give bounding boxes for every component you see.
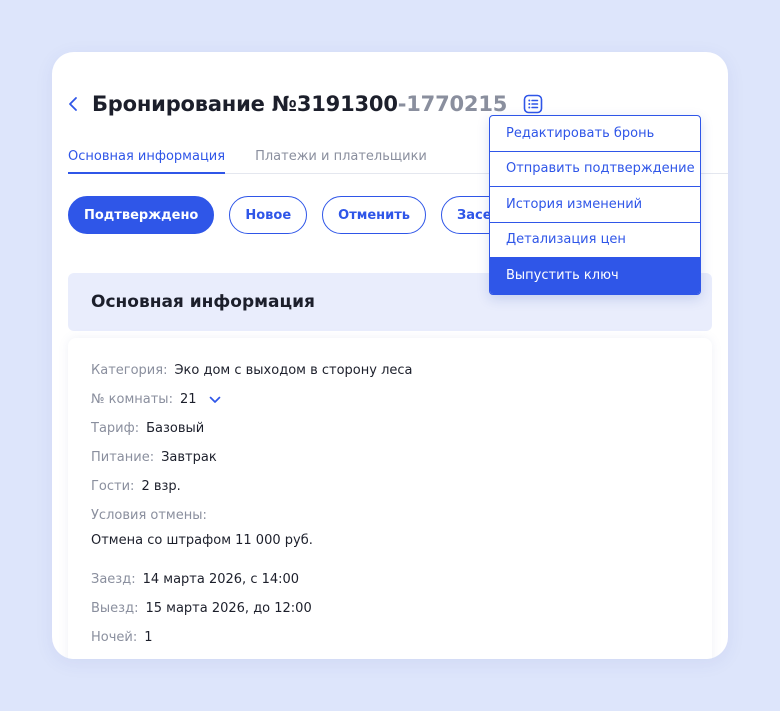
tab-payments[interactable]: Платежи и плательщики [255, 148, 427, 173]
category-label: Категория: [91, 363, 168, 378]
checkin-label: Заезд: [91, 572, 136, 587]
cancellation-value: Отмена со штрафом 11 000 руб. [91, 533, 313, 548]
menu-item-change-history[interactable]: История изменений [490, 187, 700, 223]
nights-label: Ночей: [91, 630, 138, 645]
menu-item-price-details[interactable]: Детализация цен [490, 223, 700, 258]
room-label: № комнаты: [91, 392, 173, 407]
nights-row: Ночей: 1 [91, 630, 153, 645]
booking-number: Бронирование №3191300 [92, 92, 398, 116]
checkout-value: 15 марта 2026, до 12:00 [145, 601, 312, 616]
booking-subnumber: -1770215 [397, 92, 508, 116]
checkin-value: 14 марта 2026, с 14:00 [142, 572, 300, 587]
page-title: Бронирование №3191300-1770215 [92, 92, 507, 116]
menu-item-edit-booking[interactable]: Редактировать бронь [490, 116, 700, 152]
category-row: Категория: Эко дом с выходом в сторону л… [91, 363, 413, 378]
checkout-row: Выезд: 15 марта 2026, до 12:00 [91, 601, 312, 616]
guests-value: 2 взр. [141, 479, 181, 494]
chevron-left-icon[interactable] [68, 94, 84, 114]
list-menu-icon[interactable] [523, 94, 543, 114]
menu-item-send-confirmation[interactable]: Отправить подтверждение [490, 152, 700, 187]
cancellation-value-row: Отмена со штрафом 11 000 руб. [91, 533, 313, 548]
category-value: Эко дом с выходом в сторону леса [174, 363, 413, 378]
chevron-down-icon[interactable] [209, 396, 221, 404]
meals-label: Питание: [91, 450, 155, 465]
menu-item-issue-key[interactable]: Выпустить ключ [490, 258, 700, 294]
room-value: 21 [179, 392, 197, 407]
checkin-row: Заезд: 14 марта 2026, с 14:00 [91, 572, 299, 587]
page-header: Бронирование №3191300-1770215 [68, 90, 543, 118]
tariff-label: Тариф: [91, 421, 140, 436]
nights-value: 1 [144, 630, 153, 645]
new-button[interactable]: Новое [229, 196, 308, 234]
room-row: № комнаты: 21 [91, 392, 221, 407]
tariff-value: Базовый [146, 421, 205, 436]
meals-row: Питание: Завтрак [91, 450, 217, 465]
checkout-label: Выезд: [91, 601, 139, 616]
status-actions: Подтверждено Новое Отменить Заселить [68, 196, 542, 234]
tab-main-info[interactable]: Основная информация [68, 148, 226, 174]
actions-dropdown-menu: Редактировать бронь Отправить подтвержде… [489, 115, 701, 295]
tariff-row: Тариф: Базовый [91, 421, 204, 436]
meals-value: Завтрак [161, 450, 217, 465]
confirmed-button[interactable]: Подтверждено [68, 196, 215, 234]
cancellation-label: Условия отмены: [91, 508, 207, 523]
guests-label: Гости: [91, 479, 135, 494]
cancellation-label-row: Условия отмены: [91, 508, 214, 523]
info-panel: Категория: Эко дом с выходом в сторону л… [68, 338, 712, 659]
cancel-button[interactable]: Отменить [322, 196, 427, 234]
guests-row: Гости: 2 взр. [91, 479, 181, 494]
